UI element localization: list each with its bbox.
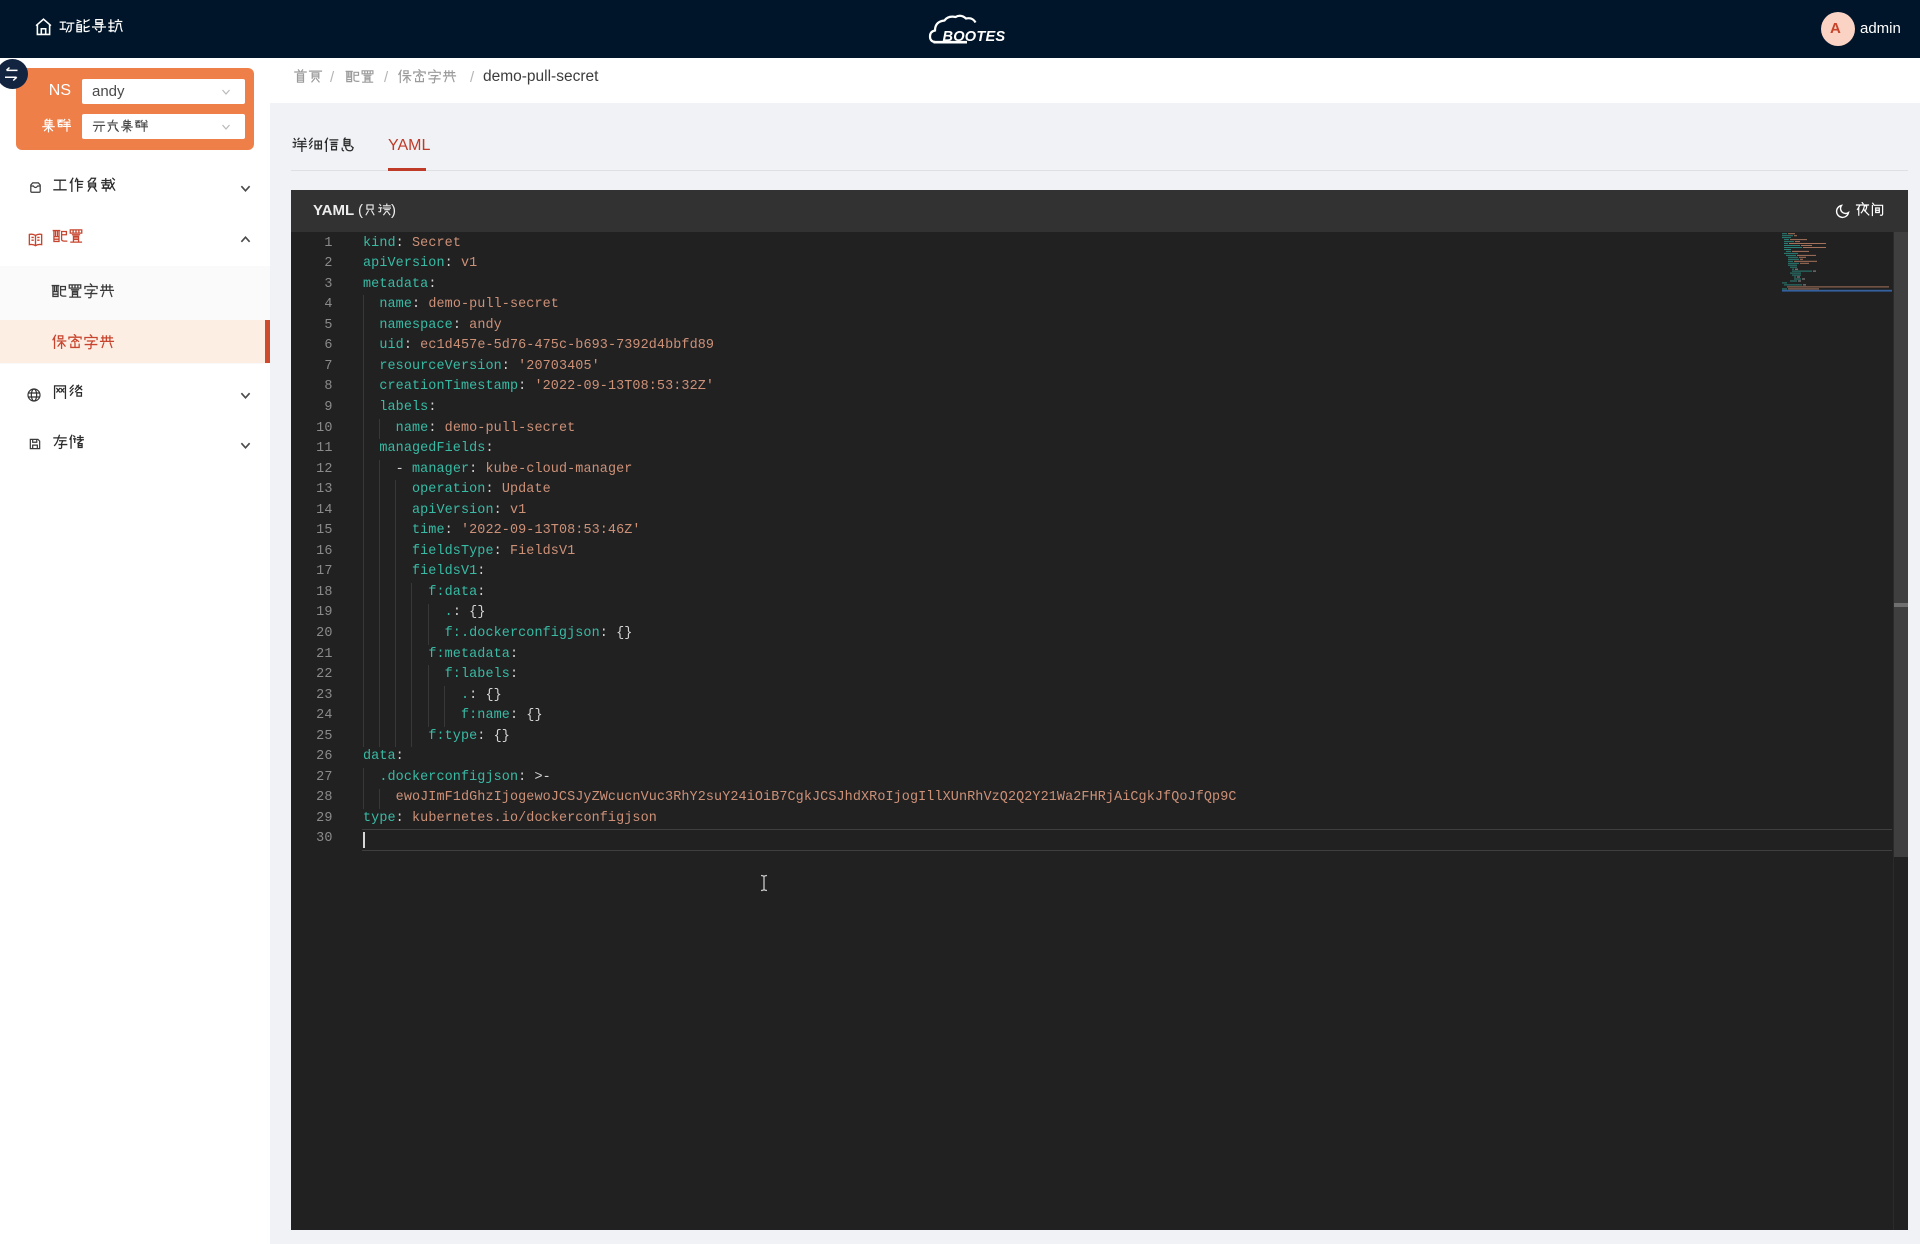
svg-text:BOOTES: BOOTES <box>943 29 1006 45</box>
